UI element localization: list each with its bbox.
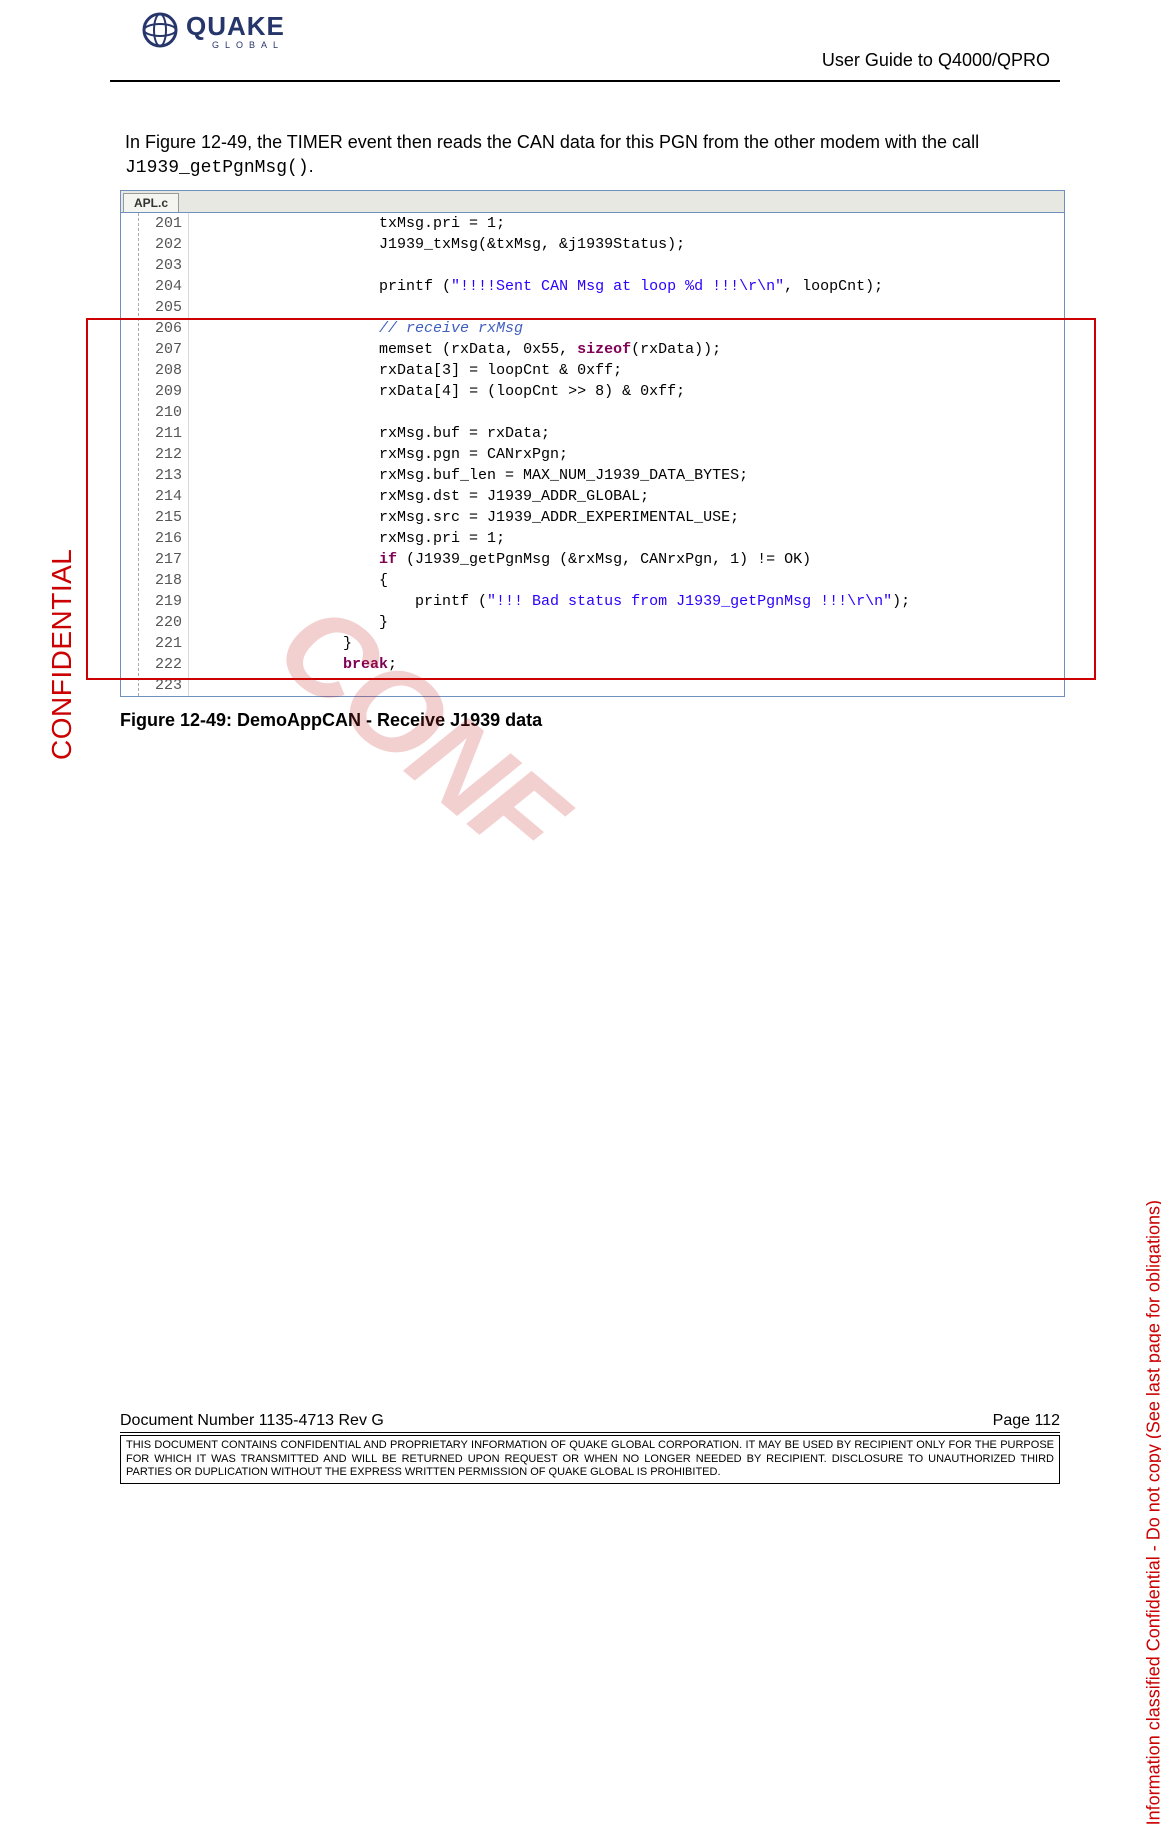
para-code: J1939_getPgnMsg()	[125, 158, 309, 178]
editor-tab: APL.c	[123, 193, 179, 212]
line-number: 209	[143, 381, 182, 402]
line-number: 219	[143, 591, 182, 612]
code-line	[199, 402, 910, 423]
figure-caption: Figure 12-49: DemoAppCAN - Receive J1939…	[120, 710, 542, 731]
editor-tab-bar: APL.c	[121, 191, 1064, 213]
brand-main: QUAKE	[186, 11, 285, 41]
code-line: rxMsg.buf_len = MAX_NUM_J1939_DATA_BYTES…	[199, 465, 910, 486]
line-number: 215	[143, 507, 182, 528]
code-line: printf ("!!! Bad status from J1939_getPg…	[199, 591, 910, 612]
code-screenshot: APL.c 2012022032042052062072082092102112…	[120, 190, 1065, 697]
line-number: 216	[143, 528, 182, 549]
code-line: }	[199, 633, 910, 654]
confidentiality-notice: THIS DOCUMENT CONTAINS CONFIDENTIAL AND …	[120, 1435, 1060, 1484]
line-number: 214	[143, 486, 182, 507]
line-number: 223	[143, 675, 182, 696]
globe-icon	[140, 10, 180, 50]
code-line: txMsg.pri = 1;	[199, 213, 910, 234]
code-line: rxData[3] = loopCnt & 0xff;	[199, 360, 910, 381]
code-line	[199, 297, 910, 318]
line-number: 202	[143, 234, 182, 255]
gutter-margin	[121, 213, 139, 696]
code-line: rxMsg.buf = rxData;	[199, 423, 910, 444]
code-line: // receive rxMsg	[199, 318, 910, 339]
header-rule	[110, 80, 1060, 82]
brand-text: QUAKE GLOBAL	[186, 11, 285, 50]
code-line: rxMsg.src = J1939_ADDR_EXPERIMENTAL_USE;	[199, 507, 910, 528]
doc-number: Document Number 1135-4713 Rev G	[120, 1412, 384, 1430]
para-post: .	[309, 156, 314, 176]
line-number: 217	[143, 549, 182, 570]
doc-title: User Guide to Q4000/QPRO	[822, 50, 1050, 71]
line-number: 206	[143, 318, 182, 339]
page-header: QUAKE GLOBAL User Guide to Q4000/QPRO	[110, 10, 1060, 85]
line-number: 201	[143, 213, 182, 234]
code-body: 2012022032042052062072082092102112122132…	[121, 213, 1064, 696]
code-line: J1939_txMsg(&txMsg, &j1939Status);	[199, 234, 910, 255]
footer-meta-line: Document Number 1135-4713 Rev G Page 112	[120, 1412, 1060, 1433]
brand-sub: GLOBAL	[212, 40, 285, 50]
page-footer: Document Number 1135-4713 Rev G Page 112…	[120, 1412, 1060, 1484]
line-number: 204	[143, 276, 182, 297]
code-line: {	[199, 570, 910, 591]
line-number: 218	[143, 570, 182, 591]
page-number: Page 112	[993, 1412, 1060, 1430]
line-number: 211	[143, 423, 182, 444]
line-number-column: 2012022032042052062072082092102112122132…	[139, 213, 189, 696]
intro-paragraph: In Figure 12-49, the TIMER event then re…	[125, 130, 1055, 181]
line-number: 221	[143, 633, 182, 654]
code-line: }	[199, 612, 910, 633]
code-line: rxData[4] = (loopCnt >> 8) & 0xff;	[199, 381, 910, 402]
line-number: 213	[143, 465, 182, 486]
code-line	[199, 255, 910, 276]
line-number: 222	[143, 654, 182, 675]
document-page: QUAKE GLOBAL User Guide to Q4000/QPRO In…	[0, 0, 1161, 1504]
line-number: 207	[143, 339, 182, 360]
left-confidential-mark: CONFIDENTIAL	[46, 549, 78, 760]
code-line: memset (rxData, 0x55, sizeof(rxData));	[199, 339, 910, 360]
code-line: printf ("!!!!Sent CAN Msg at loop %d !!!…	[199, 276, 910, 297]
line-number: 220	[143, 612, 182, 633]
code-line	[199, 675, 910, 696]
para-pre: In Figure 12-49, the TIMER event then re…	[125, 132, 979, 152]
brand-logo: QUAKE GLOBAL	[140, 10, 285, 50]
code-line: rxMsg.pri = 1;	[199, 528, 910, 549]
line-number: 203	[143, 255, 182, 276]
code-line: if (J1939_getPgnMsg (&rxMsg, CANrxPgn, 1…	[199, 549, 910, 570]
line-number: 205	[143, 297, 182, 318]
right-classification-mark: Information classified Confidential - Do…	[1143, 1200, 1161, 1825]
code-line: rxMsg.dst = J1939_ADDR_GLOBAL;	[199, 486, 910, 507]
code-line: break;	[199, 654, 910, 675]
source-column: txMsg.pri = 1; J1939_txMsg(&txMsg, &j193…	[189, 213, 910, 696]
code-line: rxMsg.pgn = CANrxPgn;	[199, 444, 910, 465]
line-number: 212	[143, 444, 182, 465]
line-number: 208	[143, 360, 182, 381]
line-number: 210	[143, 402, 182, 423]
